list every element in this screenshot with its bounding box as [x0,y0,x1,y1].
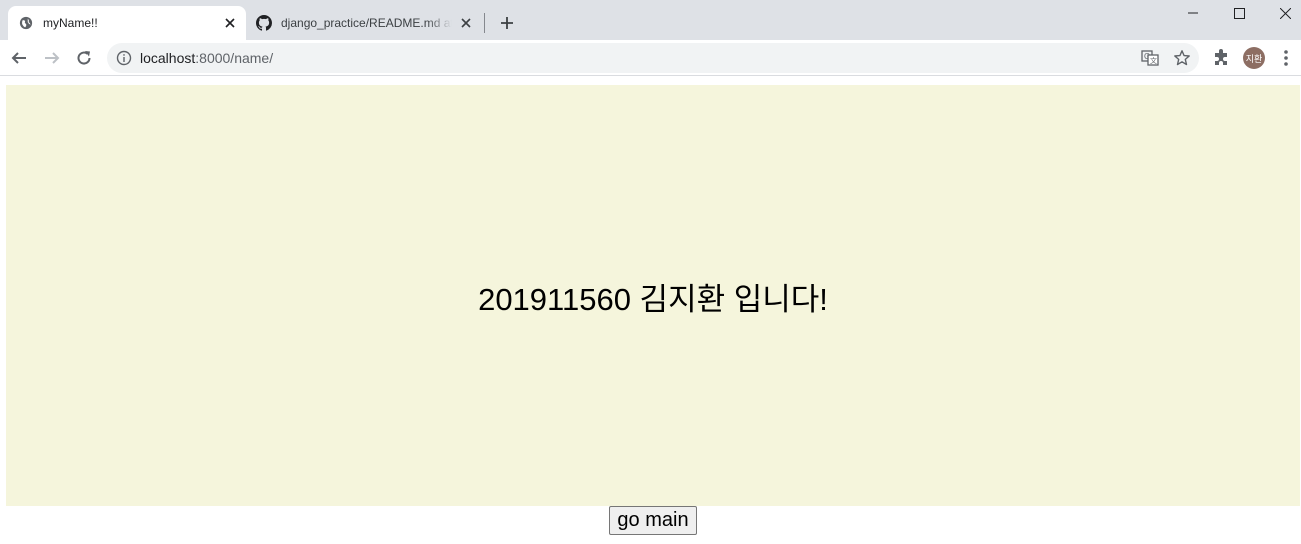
page-headline: 201911560 김지환 입니다! [478,282,828,317]
tab-django-readme[interactable]: django_practice/README.md at [246,6,482,40]
profile-avatar[interactable]: 지환 [1243,47,1265,69]
url-host: localhost [140,50,196,66]
tab-strip: myName!! django_practice/README.md at [0,0,1301,40]
globe-icon [18,15,34,31]
github-icon [256,15,272,31]
url-text[interactable]: localhost:8000/name/ [140,50,273,66]
close-window-button[interactable] [1262,0,1301,26]
info-icon[interactable] [116,50,132,66]
close-window-icon [1279,7,1291,19]
browser-toolbar: localhost:8000/name/ G文 지환 [0,40,1301,76]
name-panel: 201911560 김지환 입니다! [6,85,1300,506]
tab-title: django_practice/README.md at [281,16,452,30]
back-arrow-icon [11,52,26,64]
translate-icon[interactable]: G文 [1141,49,1159,67]
bookmark-star-icon[interactable] [1173,49,1191,67]
forward-arrow-icon [45,52,60,64]
address-bar[interactable]: localhost:8000/name/ G文 [107,43,1199,73]
back-button[interactable] [7,46,31,70]
reload-button[interactable] [72,46,96,70]
maximize-button[interactable] [1216,0,1262,26]
close-icon[interactable] [458,15,474,31]
tab-title: myName!! [43,16,98,30]
url-path: :8000/name/ [195,50,274,66]
tab-myname[interactable]: myName!! [8,6,246,40]
reload-icon [77,51,91,65]
more-vert-icon[interactable] [1278,48,1294,68]
page-viewport: 201911560 김지환 입니다! go main [0,77,1301,544]
extensions-icon[interactable] [1212,49,1230,67]
plus-icon [501,17,513,29]
tab-separator [484,13,485,33]
minimize-button[interactable] [1170,0,1216,26]
go-main-button[interactable]: go main [609,506,697,535]
svg-text:文: 文 [1150,56,1157,65]
forward-button[interactable] [40,46,64,70]
close-icon[interactable] [222,15,238,31]
maximize-icon [1233,7,1245,19]
new-tab-button[interactable] [497,13,517,33]
minimize-icon [1188,12,1198,14]
